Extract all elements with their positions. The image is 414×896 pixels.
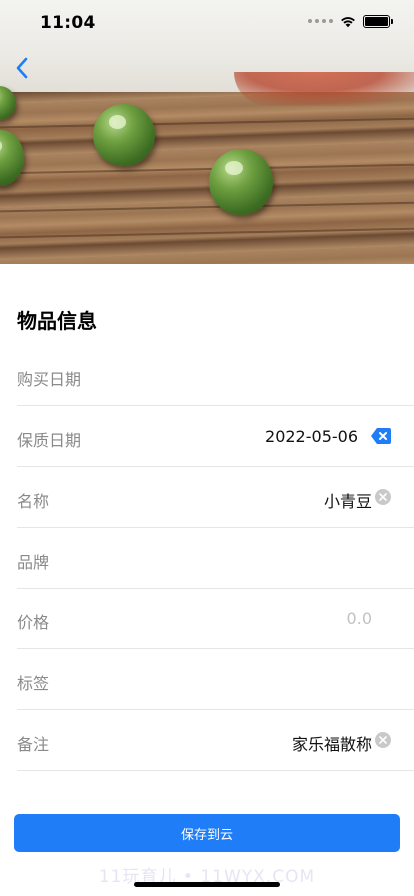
clear-icon[interactable] [375, 489, 391, 505]
wood-grain [0, 227, 414, 239]
save-to-cloud-button[interactable]: 保存到云 [14, 814, 400, 852]
notes-value[interactable]: 家乐福散称 [292, 731, 372, 755]
price-row[interactable]: 价格 0.0 [17, 589, 414, 649]
tags-label: 标签 [17, 674, 50, 693]
item-info-screen: 11:04 物品信息 购买日期 保质日期 2022-05-06 名称 小青豆 品… [0, 0, 414, 896]
status-time: 11:04 [40, 13, 96, 33]
tags-row[interactable]: 标签 [17, 650, 414, 710]
name-row[interactable]: 名称 小青豆 [17, 468, 414, 528]
name-label: 名称 [17, 492, 50, 511]
delete-backward-icon[interactable] [370, 427, 392, 445]
cellular-signal-icon [308, 19, 333, 23]
battery-icon [363, 14, 393, 28]
notes-row[interactable]: 备注 家乐福散称 [17, 711, 414, 771]
price-input[interactable]: 0.0 [347, 609, 372, 628]
home-indicator[interactable] [134, 882, 280, 887]
wood-grain [0, 117, 414, 129]
brand-label: 品牌 [17, 553, 50, 572]
section-title: 物品信息 [17, 309, 97, 333]
status-bar: 11:04 [0, 0, 414, 46]
purchase-date-row[interactable]: 购买日期 [17, 346, 414, 406]
back-button[interactable] [8, 52, 36, 84]
name-value[interactable]: 小青豆 [324, 488, 372, 512]
expiry-date-row[interactable]: 保质日期 2022-05-06 [17, 407, 414, 467]
status-icons [308, 14, 393, 28]
notes-label: 备注 [17, 735, 50, 754]
brand-row[interactable]: 品牌 [17, 529, 414, 589]
expiry-date-value[interactable]: 2022-05-06 [265, 427, 358, 446]
clear-icon[interactable] [375, 732, 391, 748]
pea [93, 104, 155, 166]
chevron-left-icon [16, 57, 28, 79]
wood-grain [0, 163, 414, 175]
purchase-date-label: 购买日期 [17, 370, 82, 389]
photo-bowl-edge [234, 72, 414, 106]
wifi-icon [341, 17, 355, 28]
pea [209, 149, 273, 215]
wood-grain [0, 201, 414, 213]
expiry-date-label: 保质日期 [17, 431, 82, 450]
price-label: 价格 [17, 613, 50, 632]
pea [0, 130, 24, 186]
